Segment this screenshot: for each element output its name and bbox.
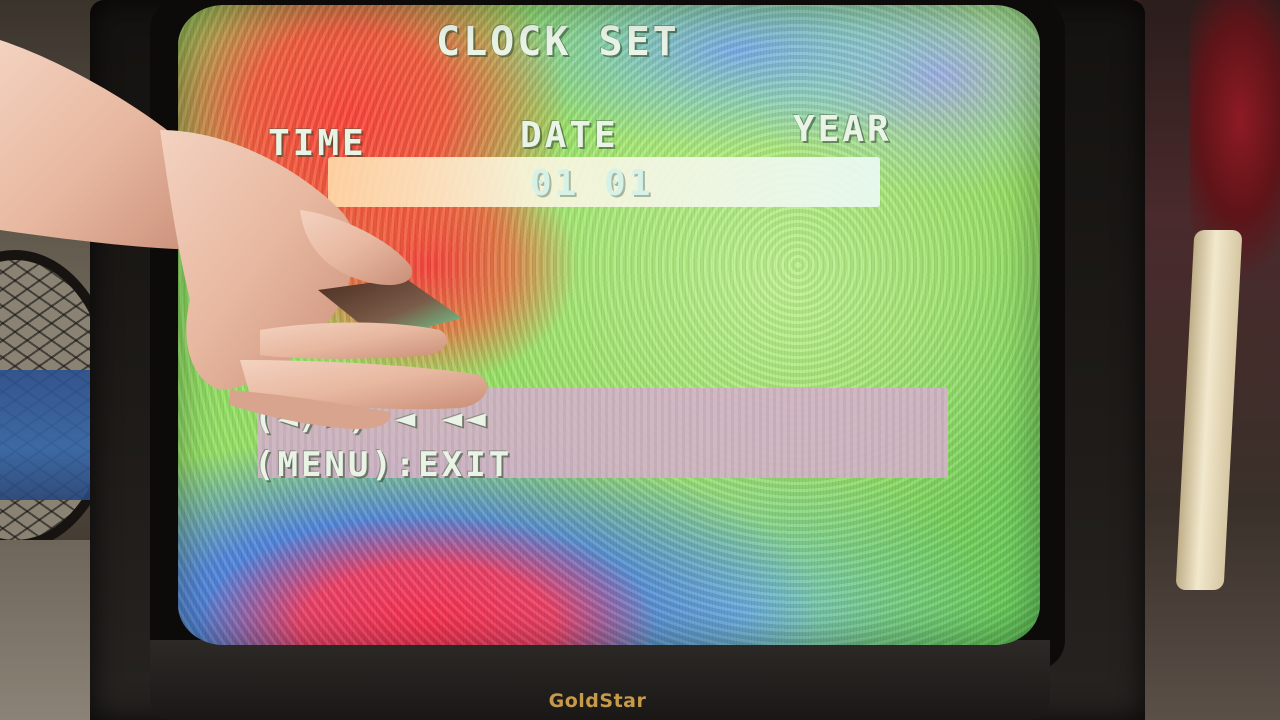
photo-scene: GoldStar CLOCK SET TIME DATE YEAR 01 01 … xyxy=(0,0,1280,720)
crt-screen: CLOCK SET TIME DATE YEAR 01 01 (◄/►) ◄ ◄… xyxy=(178,5,1040,645)
brand-logo: GoldStar xyxy=(548,690,647,712)
screen-vignette xyxy=(178,5,1040,645)
blue-sign xyxy=(0,370,100,500)
